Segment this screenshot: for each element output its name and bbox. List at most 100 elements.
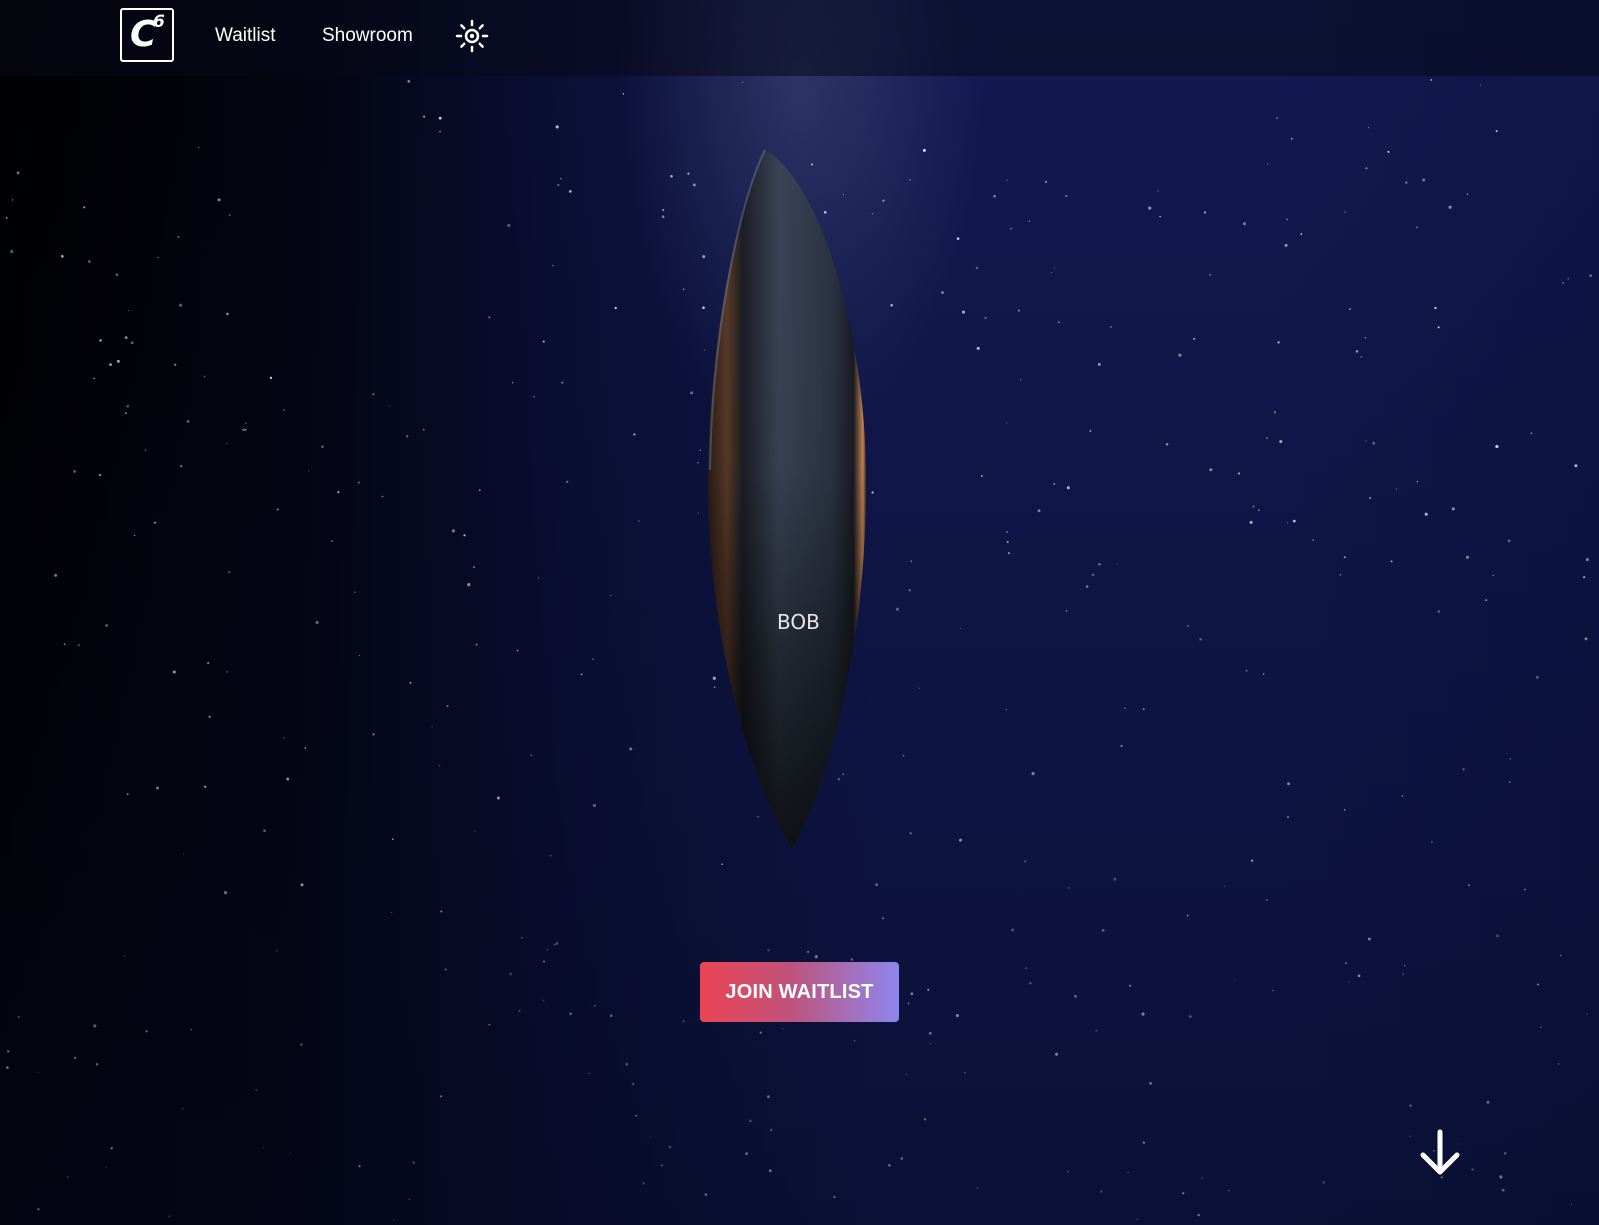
star xyxy=(439,130,441,133)
star xyxy=(629,747,633,751)
star xyxy=(1312,539,1314,541)
brand-logo[interactable]: C 6 xyxy=(120,8,174,62)
star xyxy=(1209,468,1213,472)
star xyxy=(1401,794,1404,797)
star xyxy=(1345,962,1347,965)
star xyxy=(154,521,156,524)
star xyxy=(109,363,112,366)
star xyxy=(905,1074,908,1076)
star xyxy=(1415,226,1419,229)
star xyxy=(1065,194,1068,198)
star xyxy=(1006,531,1009,533)
star xyxy=(358,655,360,657)
star xyxy=(704,1193,708,1196)
star xyxy=(446,705,449,708)
star xyxy=(1224,885,1226,888)
star xyxy=(1028,220,1031,222)
star xyxy=(1116,563,1118,565)
scroll-down-button[interactable] xyxy=(1415,1128,1465,1178)
star xyxy=(1044,180,1048,183)
star xyxy=(1409,1104,1412,1108)
star xyxy=(1186,914,1189,917)
star xyxy=(910,992,914,996)
star xyxy=(687,172,690,175)
star xyxy=(467,583,471,587)
star xyxy=(1322,1181,1326,1184)
star xyxy=(304,747,307,749)
star xyxy=(918,687,921,689)
top-navigation-bar: C 6 Waitlist Showroom xyxy=(0,0,1599,76)
star xyxy=(984,316,987,320)
star xyxy=(186,420,190,423)
star xyxy=(759,1031,762,1034)
star xyxy=(1355,350,1359,353)
nav-showroom-link[interactable]: Showroom xyxy=(322,24,413,48)
star xyxy=(1286,218,1289,221)
surfboard-3d-model[interactable] xyxy=(700,140,900,860)
star xyxy=(5,217,8,219)
nav-waitlist-link[interactable]: Waitlist xyxy=(215,24,276,48)
star xyxy=(833,1195,836,1199)
star xyxy=(1339,573,1342,576)
star xyxy=(1536,983,1540,986)
star xyxy=(1286,815,1290,819)
star xyxy=(1571,1203,1573,1205)
star xyxy=(226,442,228,445)
star xyxy=(814,955,818,959)
star xyxy=(1011,928,1014,932)
star xyxy=(1099,1190,1103,1193)
star xyxy=(440,1095,443,1098)
star xyxy=(1287,522,1289,524)
star xyxy=(269,376,273,380)
star xyxy=(1524,888,1526,891)
star xyxy=(1535,675,1539,679)
star xyxy=(179,303,183,307)
star xyxy=(721,863,724,866)
star xyxy=(124,412,127,415)
star xyxy=(976,346,980,350)
star xyxy=(1265,899,1268,902)
star xyxy=(1120,744,1123,747)
star xyxy=(1203,211,1207,214)
theme-toggle-button[interactable] xyxy=(455,19,489,53)
star xyxy=(854,1040,856,1042)
star xyxy=(1408,1135,1411,1138)
star xyxy=(1234,980,1236,982)
star xyxy=(1501,1188,1505,1192)
star xyxy=(451,529,455,533)
star xyxy=(337,491,340,494)
star xyxy=(1557,1063,1560,1065)
star xyxy=(516,649,519,652)
star xyxy=(1006,422,1008,424)
star xyxy=(993,194,996,198)
join-waitlist-button[interactable]: JOIN WAITLIST xyxy=(700,962,899,1022)
star xyxy=(1567,277,1570,280)
star xyxy=(105,1166,107,1168)
star xyxy=(423,115,426,118)
star xyxy=(888,1164,891,1167)
star xyxy=(488,1023,491,1026)
star xyxy=(174,363,177,366)
star xyxy=(17,1015,20,1019)
star xyxy=(1503,1152,1507,1155)
star xyxy=(1178,353,1182,357)
star xyxy=(875,883,878,887)
star xyxy=(1266,437,1268,439)
star xyxy=(1416,480,1419,483)
star xyxy=(228,214,231,216)
star xyxy=(1025,967,1027,969)
star xyxy=(1089,430,1092,432)
star xyxy=(1005,709,1008,711)
star xyxy=(1142,1141,1146,1144)
star xyxy=(962,310,965,314)
star xyxy=(128,309,130,312)
star xyxy=(1540,1026,1542,1029)
star xyxy=(963,1071,967,1074)
star xyxy=(228,571,231,574)
star xyxy=(909,832,912,835)
star xyxy=(1424,512,1428,516)
star xyxy=(1367,937,1371,941)
star xyxy=(1249,520,1253,524)
star xyxy=(116,359,120,363)
star xyxy=(115,273,119,277)
